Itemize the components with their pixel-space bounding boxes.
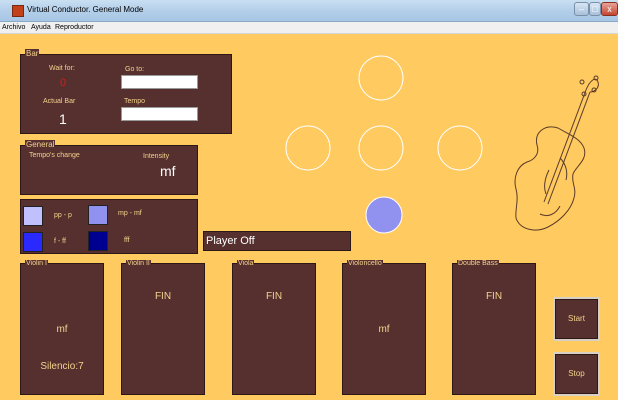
instrument-silence: Silencio:7 (40, 361, 84, 372)
instrument-title: Double Bass (457, 260, 499, 268)
violin-icon (514, 75, 599, 231)
instrument-panel-violoncello: Violoncello mf (342, 260, 426, 395)
beat-circle-center (358, 125, 404, 171)
beat-circle-left (285, 125, 331, 171)
instrument-title: Viola (237, 260, 255, 268)
instrument-panel-violin-2: Violin II FIN (121, 260, 205, 395)
instrument-title: Violoncello (347, 260, 383, 268)
instrument-panel-double-bass: Double Bass FIN (452, 260, 536, 395)
instrument-dynamic: mf (56, 324, 68, 335)
instrument-dynamic: mf (378, 324, 390, 335)
instrument-fin: FIN (485, 291, 503, 302)
beat-circle-active (365, 196, 403, 234)
beat-circle-right (437, 125, 483, 171)
instrument-panel-viola: Viola FIN (232, 260, 316, 395)
start-button[interactable]: Start (553, 297, 600, 341)
instrument-panel-violin-1: Violin I mf Silencio:7 (20, 260, 104, 395)
beat-circle-top (358, 55, 404, 101)
instrument-fin: FIN (154, 291, 172, 302)
instrument-title: Violin II (126, 260, 151, 268)
instrument-title: Violin I (25, 260, 48, 268)
instrument-fin: FIN (265, 291, 283, 302)
stop-button[interactable]: Stop (553, 352, 600, 396)
